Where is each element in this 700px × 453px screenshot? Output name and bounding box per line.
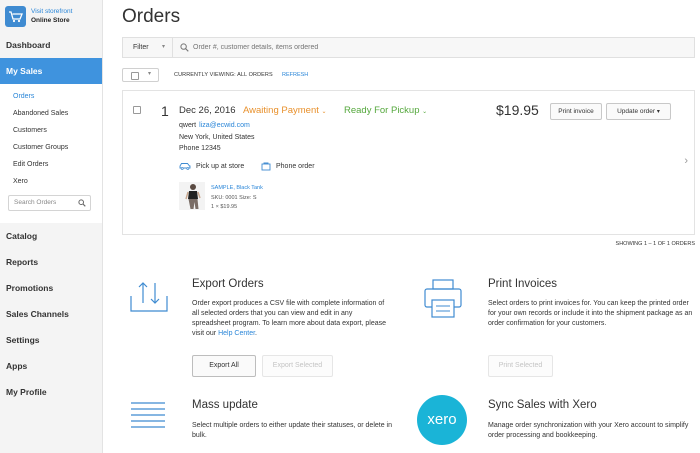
sub-item-orders[interactable]: Orders — [0, 88, 102, 105]
product-image — [179, 182, 205, 210]
product-sku: SKU: 0001 Size: S — [211, 195, 257, 201]
nav-apps[interactable]: Apps — [0, 353, 102, 379]
currently-viewing-label: CURRENTLY VIEWING: ALL ORDERS — [174, 72, 273, 78]
product-name-link[interactable]: SAMPLE, Black Tank — [211, 185, 263, 191]
viewing-bar: ▾ CURRENTLY VIEWING: ALL ORDERS REFRESH — [122, 68, 695, 82]
export-all-button[interactable]: Export All — [192, 355, 256, 377]
chevron-down-icon: ▾ — [148, 71, 152, 77]
order-checkbox[interactable] — [133, 106, 141, 114]
shipping-label: Pick up at store — [196, 162, 245, 170]
help-center-link[interactable]: Help Center — [218, 330, 255, 337]
cart-icon — [5, 5, 26, 27]
nav-catalog[interactable]: Catalog — [0, 223, 102, 249]
print-selected-button[interactable]: Print Selected — [488, 355, 553, 377]
chevron-down-icon: ⌄ — [422, 109, 428, 115]
order-type: Phone order — [261, 162, 315, 171]
sidebar: Visit storefront Online Store Dashboard … — [0, 0, 103, 453]
visit-storefront-link[interactable]: Visit storefront — [31, 7, 72, 16]
mass-update-description: Select multiple orders to either update … — [192, 422, 392, 439]
main-content: Orders Filter ▾ ▾ CURRENTLY VIEWING: ALL… — [103, 0, 700, 453]
export-icon — [130, 282, 168, 312]
fulfillment-status-dropdown[interactable]: Ready For Pickup ⌄ — [344, 105, 427, 116]
export-desc-end: . — [255, 330, 257, 337]
refresh-link[interactable]: REFRESH — [282, 72, 308, 78]
printer-icon — [424, 279, 462, 318]
product-quantity: 1 × $19.95 — [211, 204, 238, 210]
order-type-label: Phone order — [276, 163, 315, 170]
nav-my-sales[interactable]: My Sales — [0, 58, 102, 84]
sub-item-xero[interactable]: Xero — [0, 173, 102, 190]
customer-address: New York, United States — [179, 134, 255, 141]
filter-button[interactable]: Filter ▾ — [123, 38, 173, 57]
order-card[interactable]: 1 Dec 26, 2016 Awaiting Payment ⌄ Ready … — [122, 90, 695, 235]
customer-phone: Phone 12345 — [179, 145, 221, 152]
export-selected-button[interactable]: Export Selected — [262, 355, 333, 377]
store-name: Online Store — [31, 17, 70, 24]
customer-email-link[interactable]: liza@ecwid.com — [199, 122, 250, 129]
xero-logo: xero — [417, 395, 467, 445]
xero-sync-title: Sync Sales with Xero — [488, 399, 597, 411]
store-header[interactable]: Visit storefront Online Store — [0, 0, 102, 32]
page-title: Orders — [122, 6, 181, 27]
chevron-down-icon: ▾ — [656, 109, 660, 115]
orders-search-input[interactable] — [193, 41, 673, 54]
order-date: Dec 26, 2016 — [179, 105, 236, 116]
sidebar-search-orders[interactable]: Search Orders — [8, 195, 91, 211]
update-order-button[interactable]: Update order ▾ — [606, 103, 671, 120]
sidebar-search-placeholder: Search Orders — [14, 199, 57, 206]
print-invoices-description: Select orders to print invoices for. You… — [488, 300, 693, 327]
car-icon — [179, 163, 191, 170]
xero-sync-description: Manage order synchronization with your X… — [488, 422, 689, 439]
list-icon — [131, 402, 165, 428]
update-order-label: Update order — [617, 108, 656, 115]
nav-promotions[interactable]: Promotions — [0, 275, 102, 301]
sub-item-abandoned-sales[interactable]: Abandoned Sales — [0, 105, 102, 122]
chevron-down-icon: ▾ — [161, 44, 165, 50]
filter-bar: Filter ▾ — [122, 37, 695, 58]
my-sales-submenu: Orders Abandoned Sales Customers Custome… — [0, 84, 102, 223]
chevron-right-icon[interactable]: › — [684, 155, 688, 167]
showing-count: SHOWING 1 – 1 OF 1 ORDERS — [615, 241, 695, 247]
chevron-down-icon: ⌄ — [321, 109, 327, 115]
shipping-method: Pick up at store — [179, 162, 244, 170]
fulfillment-status-label: Ready For Pickup — [344, 105, 420, 116]
print-invoices-title: Print Invoices — [488, 278, 558, 290]
customer-name: qwert — [179, 122, 197, 129]
sub-item-customer-groups[interactable]: Customer Groups — [0, 139, 102, 156]
order-number[interactable]: 1 — [161, 103, 169, 119]
payment-status-label: Awaiting Payment — [243, 105, 319, 116]
product-thumbnail[interactable] — [179, 182, 205, 210]
export-orders-description: Order export produces a CSV file with co… — [192, 299, 392, 339]
mass-update-title: Mass update — [192, 399, 258, 411]
select-all-checkbox[interactable] — [131, 72, 139, 80]
payment-status-dropdown[interactable]: Awaiting Payment ⌄ — [243, 105, 327, 116]
filter-label: Filter — [133, 44, 149, 51]
search-icon — [180, 43, 189, 52]
bulk-select-dropdown[interactable]: ▾ — [122, 68, 159, 82]
phone-order-icon — [261, 162, 271, 171]
sub-item-customers[interactable]: Customers — [0, 122, 102, 139]
customer-line: qwert liza@ecwid.com — [179, 122, 250, 129]
export-orders-title: Export Orders — [192, 278, 264, 290]
nav-dashboard[interactable]: Dashboard — [0, 32, 102, 58]
nav-reports[interactable]: Reports — [0, 249, 102, 275]
nav-sales-channels[interactable]: Sales Channels — [0, 301, 102, 327]
print-invoice-button[interactable]: Print invoice — [550, 103, 602, 120]
nav-my-profile[interactable]: My Profile — [0, 379, 102, 405]
nav-settings[interactable]: Settings — [0, 327, 102, 353]
sub-item-edit-orders[interactable]: Edit Orders — [0, 156, 102, 173]
order-total: $19.95 — [496, 102, 539, 118]
search-icon — [78, 199, 86, 207]
